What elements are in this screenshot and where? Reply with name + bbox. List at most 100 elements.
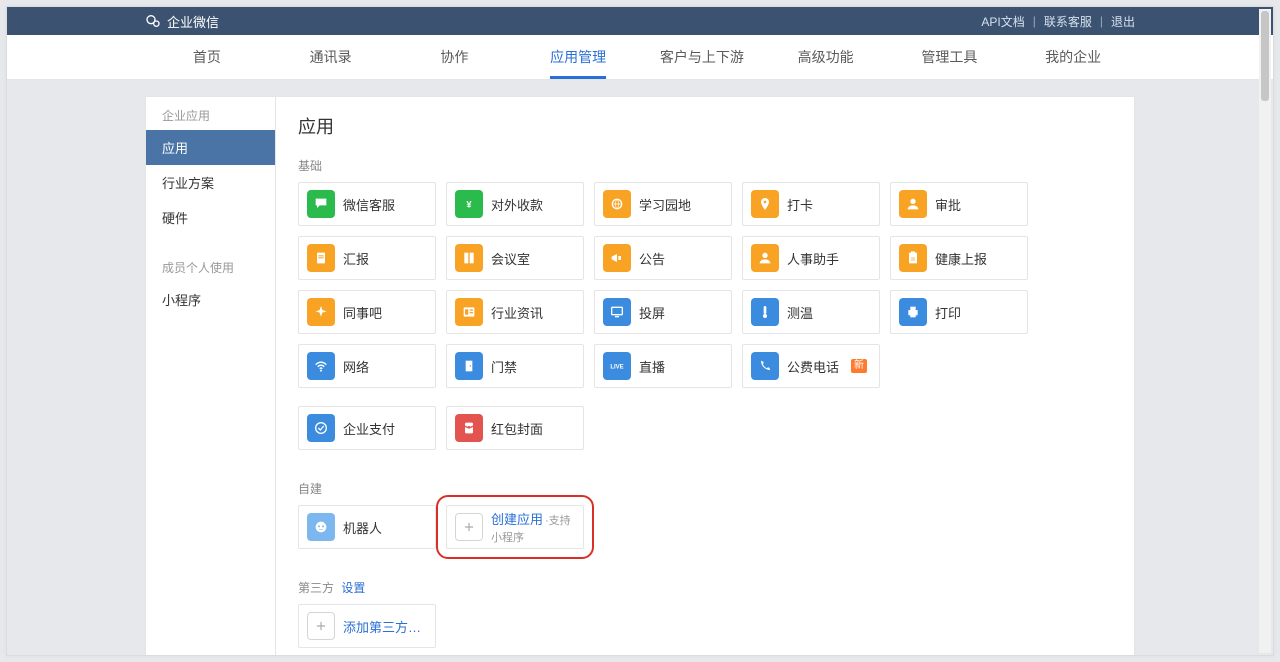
book-icon	[455, 244, 483, 272]
app-card[interactable]: 会议室	[446, 236, 584, 280]
create-app-label: 创建应用	[491, 512, 543, 527]
app-card[interactable]: 微信客服	[298, 182, 436, 226]
add-third-party-label: 添加第三方应用	[343, 617, 427, 636]
app-card[interactable]: 红包封面	[446, 406, 584, 450]
app-label: 企业支付	[343, 419, 395, 438]
nav-item-7[interactable]: 我的企业	[1011, 35, 1135, 79]
app-label: 会议室	[491, 249, 530, 268]
sidebar: 企业应用 应用行业方案硬件 成员个人使用 小程序	[145, 96, 275, 655]
plus-icon	[307, 612, 335, 640]
sidebar-group-title-1: 企业应用	[146, 97, 275, 130]
app-card[interactable]: 打印	[890, 290, 1028, 334]
app-label: 机器人	[343, 518, 382, 537]
nav-item-3[interactable]: 应用管理	[516, 35, 640, 79]
scrollbar[interactable]	[1259, 9, 1271, 653]
yen-icon: ¥	[455, 190, 483, 218]
app-card[interactable]: 门禁	[446, 344, 584, 388]
app-label: 公费电话	[787, 357, 839, 376]
redpacket-icon	[455, 414, 483, 442]
link-logout[interactable]: 退出	[1111, 13, 1135, 30]
app-label: 公告	[639, 249, 665, 268]
app-label: 红包封面	[491, 419, 543, 438]
link-contact[interactable]: 联系客服	[1044, 13, 1092, 30]
nav-item-2[interactable]: 协作	[393, 35, 517, 79]
nav-item-6[interactable]: 管理工具	[888, 35, 1012, 79]
app-card[interactable]: 公告	[594, 236, 732, 280]
brand[interactable]: 企业微信	[145, 12, 219, 31]
sidebar-group-title-2: 成员个人使用	[146, 249, 275, 282]
main-nav: 首页通讯录协作应用管理客户与上下游高级功能管理工具我的企业	[7, 35, 1273, 80]
app-card[interactable]: 打卡	[742, 182, 880, 226]
news-icon	[455, 298, 483, 326]
app-label: 门禁	[491, 357, 517, 376]
create-app-card[interactable]: 创建应用·支持小程序	[446, 505, 584, 549]
megaphone-icon	[603, 244, 631, 272]
sidebar-item[interactable]: 行业方案	[146, 165, 275, 200]
doc-icon	[307, 244, 335, 272]
person-icon	[899, 190, 927, 218]
app-card[interactable]: ¥ 对外收款	[446, 182, 584, 226]
app-label: 行业资讯	[491, 303, 543, 322]
app-label: 投屏	[639, 303, 665, 322]
section-self-label: 自建	[298, 480, 1112, 497]
svg-text:LIVE: LIVE	[610, 365, 623, 371]
app-card[interactable]: 人事助手	[742, 236, 880, 280]
app-card[interactable]: 公费电话新	[742, 344, 880, 388]
scrollbar-thumb[interactable]	[1261, 11, 1269, 101]
svg-text:¥: ¥	[466, 199, 472, 209]
sidebar-item[interactable]: 应用	[146, 130, 275, 165]
app-card[interactable]: LIVE 直播	[594, 344, 732, 388]
app-label: 微信客服	[343, 195, 395, 214]
chat-icon	[307, 190, 335, 218]
app-label: 对外收款	[491, 195, 543, 214]
app-card[interactable]: 行业资讯	[446, 290, 584, 334]
app-label: 学习园地	[639, 195, 691, 214]
plus-icon	[455, 513, 483, 541]
app-card[interactable]: 企业支付	[298, 406, 436, 450]
globe-icon	[603, 190, 631, 218]
app-card[interactable]: 测温	[742, 290, 880, 334]
link-api-doc[interactable]: API文档	[981, 13, 1024, 30]
app-card[interactable]: 网络	[298, 344, 436, 388]
live-icon: LIVE	[603, 352, 631, 380]
nav-item-4[interactable]: 客户与上下游	[640, 35, 764, 79]
app-card[interactable]: 机器人	[298, 505, 436, 549]
sidebar-item[interactable]: 小程序	[146, 282, 275, 317]
third-settings-link[interactable]: 设置	[341, 581, 365, 595]
app-label: 测温	[787, 303, 813, 322]
nav-item-0[interactable]: 首页	[145, 35, 269, 79]
top-header: 企业微信 API文档 | 联系客服 | 退出	[7, 7, 1273, 35]
main-panel: 应用 基础 微信客服 ¥ 对外收款 学习园地 打卡 审批汇报 会议室 公告 人事助手 健康上报同事…	[275, 96, 1135, 655]
app-label: 直播	[639, 357, 665, 376]
app-card[interactable]: 审批	[890, 182, 1028, 226]
app-label: 网络	[343, 357, 369, 376]
thermo-icon	[751, 298, 779, 326]
app-card[interactable]: 健康上报	[890, 236, 1028, 280]
person-icon	[751, 244, 779, 272]
wifi-icon	[307, 352, 335, 380]
screen-icon	[603, 298, 631, 326]
add-third-party-card[interactable]: 添加第三方应用	[298, 604, 436, 648]
sidebar-item[interactable]: 硬件	[146, 200, 275, 235]
door-icon	[455, 352, 483, 380]
app-card[interactable]: 投屏	[594, 290, 732, 334]
nav-item-5[interactable]: 高级功能	[764, 35, 888, 79]
section-third-label: 第三方 设置	[298, 579, 1112, 596]
app-label: 打印	[935, 303, 961, 322]
app-label: 审批	[935, 195, 961, 214]
app-label: 打卡	[787, 195, 813, 214]
brand-icon	[145, 13, 161, 29]
app-label: 人事助手	[787, 249, 839, 268]
clipboard-icon	[899, 244, 927, 272]
phone-icon	[751, 352, 779, 380]
printer-icon	[899, 298, 927, 326]
page-title: 应用	[298, 113, 1112, 139]
check-icon	[307, 414, 335, 442]
app-card[interactable]: 汇报	[298, 236, 436, 280]
app-card[interactable]: 同事吧	[298, 290, 436, 334]
section-basic-label: 基础	[298, 157, 1112, 174]
app-card[interactable]: 学习园地	[594, 182, 732, 226]
app-label: 汇报	[343, 249, 369, 268]
bot-icon	[307, 513, 335, 541]
nav-item-1[interactable]: 通讯录	[269, 35, 393, 79]
